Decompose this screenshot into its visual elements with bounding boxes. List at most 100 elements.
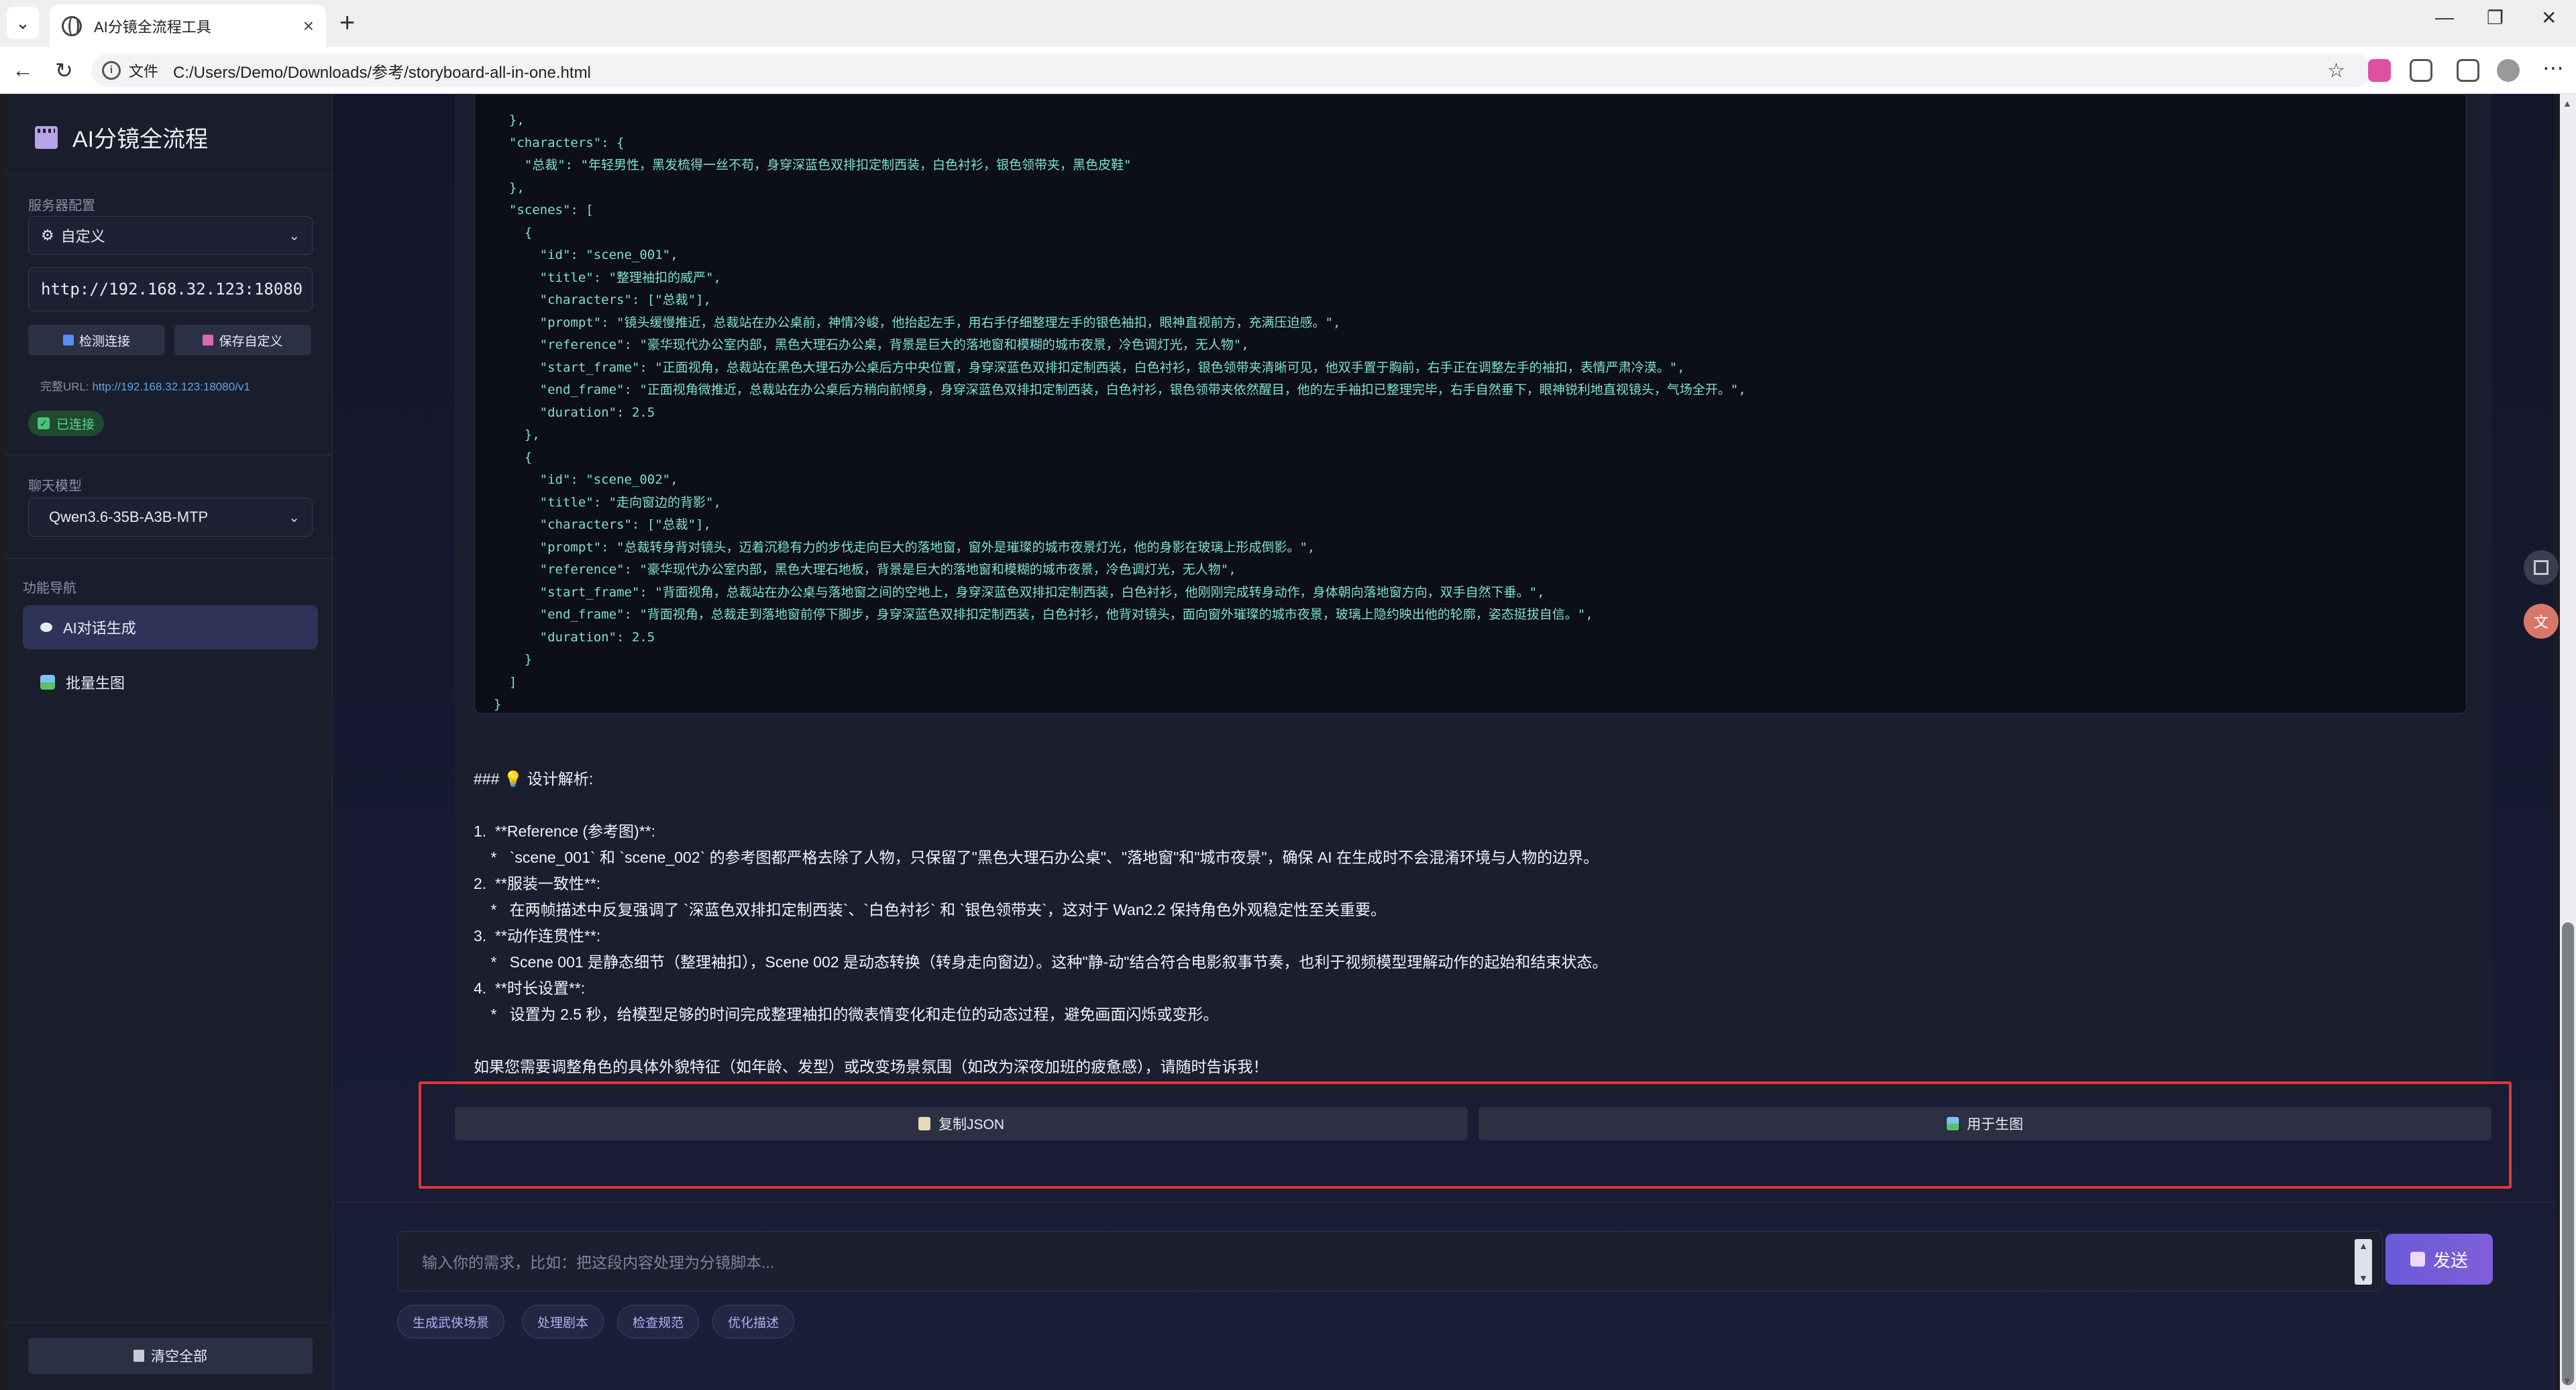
sidebar-item-ai-chat[interactable]: AI对话生成 [23, 605, 318, 649]
maximize-button[interactable]: ❐ [2487, 7, 2504, 29]
code-line: } [494, 652, 533, 667]
main-panel: }, "characters": { "总裁": "年轻男性，黑发梳得一丝不苟，… [333, 94, 2555, 1390]
use-for-image-label: 用于生图 [1967, 1117, 2023, 1132]
quick-chip[interactable]: 检查规范 [617, 1305, 700, 1338]
divider [5, 174, 333, 175]
code-line: "总裁": "年轻男性，黑发梳得一丝不苟，身穿深蓝色双排扣定制西装，白色衬衫，银… [494, 158, 1132, 172]
trash-icon [133, 1350, 144, 1362]
model-select[interactable]: Qwen3.6-35B-A3B-MTP ⌄ [28, 498, 313, 537]
favorites-icon[interactable] [2457, 59, 2479, 82]
translate-float-icon[interactable]: 文 [2524, 604, 2559, 639]
chat-bubble-icon [40, 623, 52, 632]
full-url-label: 完整URL: [40, 380, 89, 393]
code-line: "title": "走向窗边的背影", [494, 494, 721, 510]
address-bar[interactable]: i 文件 C:/Users/Demo/Downloads/参考/storyboa… [91, 54, 2372, 87]
arrow-down-icon: ▼ [2359, 1273, 2368, 1283]
chat-input-area: 输入你的需求，比如：把这段内容处理为分镜脚本... ▲ ▼ 发送 生成武侠场景 … [333, 1202, 2555, 1390]
quick-chip[interactable]: 生成武侠场景 [397, 1305, 505, 1338]
quick-chip[interactable]: 处理剧本 [522, 1305, 604, 1338]
explanation-line: 2. **服装一致性**: [474, 875, 601, 892]
scroll-down-icon[interactable]: ▼ [2563, 1375, 2572, 1386]
new-tab-button[interactable]: + [339, 8, 355, 38]
copy-json-label: 复制JSON [938, 1117, 1004, 1132]
code-line: ] [494, 674, 517, 690]
code-line: { [494, 225, 533, 240]
code-line: "prompt": "镜头缓慢推近，总裁站在办公桌前，神情冷峻，他抬起左手，用右… [494, 315, 1341, 330]
sidebar-item-batch-image[interactable]: 批量生图 [23, 660, 318, 704]
json-code-block: }, "characters": { "总裁": "年轻男性，黑发梳得一丝不苟，… [474, 94, 2467, 714]
server-url-input[interactable]: http://192.168.32.123:18080 [28, 267, 313, 311]
code-line: "characters": ["总裁"], [494, 517, 711, 532]
code-line: "start_frame": "正面视角，总裁站在黑色大理石办公桌后方中央位置，… [494, 360, 1685, 375]
code-line: "reference": "豪华现代办公室内部，黑色大理石办公桌，背景是巨大的落… [494, 337, 1249, 352]
status-label: 已连接 [56, 417, 95, 432]
scroll-up-icon[interactable]: ▲ [2563, 98, 2572, 109]
resize-stepper[interactable]: ▲ ▼ [2355, 1239, 2372, 1285]
tab-list-button[interactable]: ⌄ [7, 7, 39, 39]
code-line: "title": "整理袖扣的威严", [494, 270, 721, 285]
clapperboard-icon [35, 125, 58, 149]
page-scrollbar[interactable]: ▲ ▼ [2560, 94, 2576, 1390]
browser-tab[interactable]: AI分镜全流程工具 × [50, 5, 326, 47]
full-url-value: http://192.168.32.123:18080/v1 [92, 380, 250, 393]
nav-section-title: 功能导航 [23, 581, 76, 596]
explanation-line: 3. **动作连贯性**: [474, 927, 601, 945]
url-text[interactable]: C:/Users/Demo/Downloads/参考/storyboard-al… [173, 59, 591, 83]
checkmark-icon: ✓ [38, 417, 50, 429]
code-line: "prompt": "总裁转身背对镜头，迈着沉稳有力的步伐走向巨大的落地窗，窗外… [494, 539, 1316, 555]
code-line: "id": "scene_002", [494, 472, 678, 487]
explanation-line: 如果您需要调整角色的具体外貌特征（如年龄、发型）或改变场景氛围（如改为深夜加班的… [474, 1058, 1269, 1075]
chat-input[interactable]: 输入你的需求，比如：把这段内容处理为分镜脚本... [397, 1231, 2383, 1291]
save-icon [203, 335, 214, 345]
explanation-line: ### 💡 设计解析: [474, 770, 594, 788]
tab-title: AI分镜全流程工具 [94, 18, 211, 36]
grid-float-icon[interactable] [2524, 550, 2559, 585]
code-line: "id": "scene_001", [494, 248, 678, 262]
browser-tab-bar: ⌄ AI分镜全流程工具 × + — ❐ ✕ [0, 0, 2576, 47]
explanation-line [474, 1028, 2419, 1054]
explanation-line: * 设置为 2.5 秒，给模型足够的时间完成整理袖扣的微表情变化和走位的动态过程… [474, 1006, 1219, 1023]
back-icon[interactable]: ← [12, 58, 34, 83]
minimize-button[interactable]: — [2435, 7, 2454, 28]
tab-close-icon[interactable]: × [303, 15, 314, 37]
code-line: "end_frame": "背面视角，总裁走到落地窗前停下脚步，身穿深蓝色双排扣… [494, 607, 1593, 622]
send-label: 发送 [2432, 1250, 2468, 1271]
save-custom-button[interactable]: 保存自定义 [174, 325, 311, 356]
message-actions: 复制JSON 用于生图 [455, 1107, 2491, 1144]
clipboard-icon [918, 1117, 930, 1130]
app-root: AI分镜全流程 服务器配置 ⚙ 自定义 ⌄ http://192.168.32.… [5, 94, 2555, 1390]
brand: AI分镜全流程 [35, 121, 208, 154]
more-menu-icon[interactable]: ⋯ [2542, 55, 2564, 81]
full-url-text: 完整URL: http://192.168.32.123:18080/v1 [40, 377, 250, 394]
send-button[interactable]: 发送 [2385, 1234, 2493, 1285]
server-preset-value: 自定义 [60, 228, 105, 245]
check-icon [62, 335, 74, 345]
reload-icon[interactable]: ↻ [55, 58, 73, 83]
code-line: } [494, 697, 502, 712]
close-window-button[interactable]: ✕ [2541, 7, 2557, 29]
save-custom-label: 保存自定义 [219, 334, 283, 349]
scrollbar-thumb[interactable] [2562, 922, 2574, 1385]
extension-icon[interactable] [2368, 59, 2391, 82]
sidebar: AI分镜全流程 服务器配置 ⚙ 自定义 ⌄ http://192.168.32.… [5, 94, 333, 1390]
status-badge: ✓ 已连接 [28, 411, 105, 436]
info-icon[interactable]: i [102, 61, 121, 80]
globe-icon [62, 15, 82, 36]
use-for-image-button[interactable]: 用于生图 [1479, 1107, 2491, 1140]
profile-avatar[interactable] [2497, 59, 2520, 82]
divider [5, 455, 333, 456]
code-line: "scenes": [ [494, 203, 594, 217]
copy-json-button[interactable]: 复制JSON [455, 1107, 1468, 1140]
clear-all-button[interactable]: 清空全部 [28, 1338, 313, 1374]
code-line: "characters": { [494, 135, 625, 150]
check-connection-button[interactable]: 检测连接 [28, 325, 165, 356]
explanation-line: * 在两帧描述中反复强调了 `深蓝色双排扣定制西装`、`白色衬衫` 和 `银色领… [474, 901, 1386, 918]
address-bar-row: ← ↻ i 文件 C:/Users/Demo/Downloads/参考/stor… [0, 47, 2576, 94]
server-preset-select[interactable]: ⚙ 自定义 ⌄ [28, 216, 313, 255]
server-section-title: 服务器配置 [28, 199, 95, 213]
quick-chip[interactable]: 优化描述 [712, 1305, 795, 1338]
chevron-down-icon: ⌄ [288, 228, 300, 244]
extensions-puzzle-icon[interactable] [2410, 59, 2432, 82]
chevron-down-icon: ⌄ [288, 510, 300, 525]
favorite-star-icon[interactable]: ☆ [2327, 59, 2345, 83]
